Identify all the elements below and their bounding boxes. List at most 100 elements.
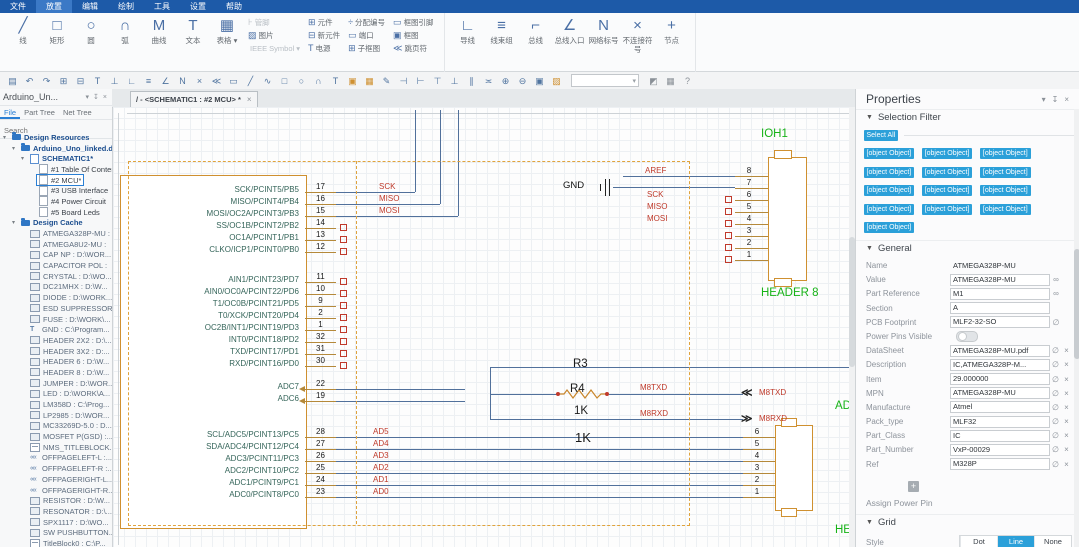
distribute-v-icon[interactable]: ≍	[480, 73, 497, 89]
filter-chip[interactable]: [object Object]	[863, 166, 915, 178]
ribbon-tool-small[interactable]: ⊞ 元件	[308, 16, 340, 29]
menu-item[interactable]: 设置	[180, 0, 216, 13]
expander-icon[interactable]: ▾	[21, 155, 28, 162]
circle-icon[interactable]: ○	[293, 73, 310, 89]
tree-item[interactable]: DC21MHX : D:\W...	[0, 282, 112, 293]
add-property-button[interactable]: +	[908, 481, 919, 493]
ribbon-tool-small[interactable]: T 电源	[308, 42, 340, 55]
segmented-option[interactable]: Dot	[960, 536, 997, 547]
ribbon-tool[interactable]: ▦ 表格 ▾	[210, 16, 244, 45]
tree-item[interactable]: #5 Board Leds	[0, 207, 112, 218]
dock-menu-icon[interactable]: ▾	[1039, 95, 1049, 104]
redo-icon[interactable]: ↷	[38, 73, 55, 89]
general-section-header[interactable]: ▼ General	[856, 239, 1079, 256]
line-icon[interactable]: ╱	[242, 73, 259, 89]
offpage-right-icon[interactable]: ≫	[741, 412, 753, 425]
visibility-eye-icon[interactable]: ∅	[1050, 346, 1061, 355]
ribbon-tool[interactable]: M 曲线	[142, 16, 176, 45]
menu-item[interactable]: 绘制	[108, 0, 144, 13]
ribbon-tool-small[interactable]: ÷ 分配编号	[348, 16, 385, 29]
net-label-ad4[interactable]: AD4	[373, 439, 389, 448]
net-label-miso[interactable]: MISO	[379, 194, 399, 203]
tree-item[interactable]: #4 Power Circuit	[0, 196, 112, 207]
delete-property-icon[interactable]: ×	[1061, 460, 1072, 469]
ribbon-tool[interactable]: × 不连接符号	[621, 16, 655, 54]
tree-item[interactable]: LED : D:\WORK\A...	[0, 389, 112, 400]
ref-r3[interactable]: R3	[573, 358, 588, 370]
offpage-m8rxd-label[interactable]: M8RXD	[759, 414, 787, 423]
tree-item[interactable]: ESD SUPPRESSOR...	[0, 303, 112, 314]
visibility-eye-icon[interactable]: ∅	[1050, 460, 1061, 469]
visibility-eye-icon[interactable]: ∅	[1050, 445, 1061, 454]
value-r4[interactable]: 1K	[574, 405, 588, 417]
place-power-icon[interactable]: ⊥	[106, 73, 123, 89]
image-icon[interactable]: ▨	[548, 73, 565, 89]
align-top-icon[interactable]: ⊤	[429, 73, 446, 89]
tree-item[interactable]: MOSFET P(GSD) :...	[0, 431, 112, 442]
net-label-sck[interactable]: SCK	[379, 182, 395, 191]
filter-chip[interactable]: [object Object]	[979, 203, 1031, 215]
scrollbar-thumb[interactable]	[1074, 249, 1079, 359]
net-label-icon[interactable]: N	[174, 73, 191, 89]
save-icon[interactable]: ▤	[4, 73, 21, 89]
text-icon[interactable]: T	[327, 73, 344, 89]
panel-pin-icon[interactable]: ↧	[91, 93, 101, 101]
offpage-m8txd-label[interactable]: M8TXD	[759, 388, 786, 397]
value-r3[interactable]: 1K	[575, 430, 591, 445]
property-value-input[interactable]: M328P	[950, 458, 1050, 471]
tree-item[interactable]: HEADER 8 : D:\W...	[0, 367, 112, 378]
ribbon-tool[interactable]: ∠ 总线入口	[553, 16, 587, 54]
visibility-eye-icon[interactable]: ∅	[1050, 375, 1061, 384]
tree-item[interactable]: GND : C:\Program...	[0, 324, 112, 335]
tree-item[interactable]: ▾ Design Cache	[0, 217, 112, 229]
ribbon-tool-small[interactable]: ⊞ 子框图	[348, 42, 385, 55]
dock-close-icon[interactable]: ×	[1061, 95, 1072, 104]
tree-item[interactable]: HEADER 2X2 : D:\...	[0, 335, 112, 346]
distribute-h-icon[interactable]: ∥	[463, 73, 480, 89]
place-bus-icon[interactable]: ≡	[140, 73, 157, 89]
filter-chip[interactable]: [object Object]	[979, 166, 1031, 178]
place-new-part-icon[interactable]: ⊟	[72, 73, 89, 89]
ribbon-tool[interactable]: ○ 圆	[74, 16, 108, 45]
visibility-eye-icon[interactable]: ∅	[1050, 403, 1061, 412]
filter-chip[interactable]: [object Object]	[921, 185, 973, 196]
place-wire-icon[interactable]: ∟	[123, 73, 140, 89]
project-panel-tab[interactable]: Net Tree	[59, 106, 96, 119]
dock-pin-icon[interactable]: ↧	[1049, 95, 1062, 104]
ref-r4[interactable]: R4	[570, 383, 585, 395]
filter-chip[interactable]: [object Object]	[863, 203, 915, 215]
net-label-aref[interactable]: AREF	[645, 166, 666, 175]
delete-property-icon[interactable]: ×	[1061, 375, 1072, 384]
delete-property-icon[interactable]: ×	[1061, 403, 1072, 412]
net-label-m8rxd[interactable]: M8RXD	[640, 409, 668, 418]
curve-icon[interactable]: ∿	[259, 73, 276, 89]
tree-item[interactable]: LP2985 : D:\WOR...	[0, 410, 112, 421]
net-label-sck-2[interactable]: SCK	[647, 190, 663, 199]
property-value-input[interactable]: M1	[950, 287, 1050, 300]
tree-item[interactable]: DIODE : D:\WORK...	[0, 292, 112, 303]
property-value-input[interactable]: ATMEGA328P-MU	[950, 387, 1050, 400]
zoom-out-icon[interactable]: ⊖	[514, 73, 531, 89]
ribbon-tool-small[interactable]: ▭ 框图引脚	[393, 16, 434, 29]
delete-property-icon[interactable]: ×	[1061, 417, 1072, 426]
tree-item[interactable]: SW PUSHBUTTON...	[0, 527, 112, 538]
tree-item[interactable]: JUMPER : D:\WOR...	[0, 378, 112, 389]
tree-item[interactable]: HEADER 3X2 : D:...	[0, 346, 112, 357]
panel-scrollbar[interactable]	[1074, 109, 1079, 547]
ribbon-tool-small[interactable]: ▨ 图片	[248, 29, 300, 42]
power-pins-visible-toggle[interactable]	[956, 330, 978, 342]
menu-item[interactable]: 帮助	[216, 0, 252, 13]
menu-item[interactable]: 编辑	[72, 0, 108, 13]
ribbon-tool-small[interactable]: ⊟ 新元件	[308, 29, 340, 42]
ribbon-tool[interactable]: N 网络标号	[587, 16, 621, 54]
tree-item[interactable]: SPX1117 : D:\WO...	[0, 517, 112, 528]
tree-item[interactable]: CRYSTAL : D:\WO...	[0, 271, 112, 282]
help-icon[interactable]: ?	[679, 73, 696, 89]
ribbon-tool-small[interactable]: ▭ 端口	[348, 29, 385, 42]
visibility-eye-icon[interactable]: ∅	[1050, 318, 1062, 327]
tree-item[interactable]: MC33269D-5.0 : D...	[0, 421, 112, 432]
expander-icon[interactable]: ▾	[3, 134, 10, 141]
delete-property-icon[interactable]: ×	[1061, 360, 1072, 369]
visibility-eye-icon[interactable]: ∅	[1050, 417, 1061, 426]
tree-item[interactable]: HEADER 6 : D:\W...	[0, 356, 112, 367]
